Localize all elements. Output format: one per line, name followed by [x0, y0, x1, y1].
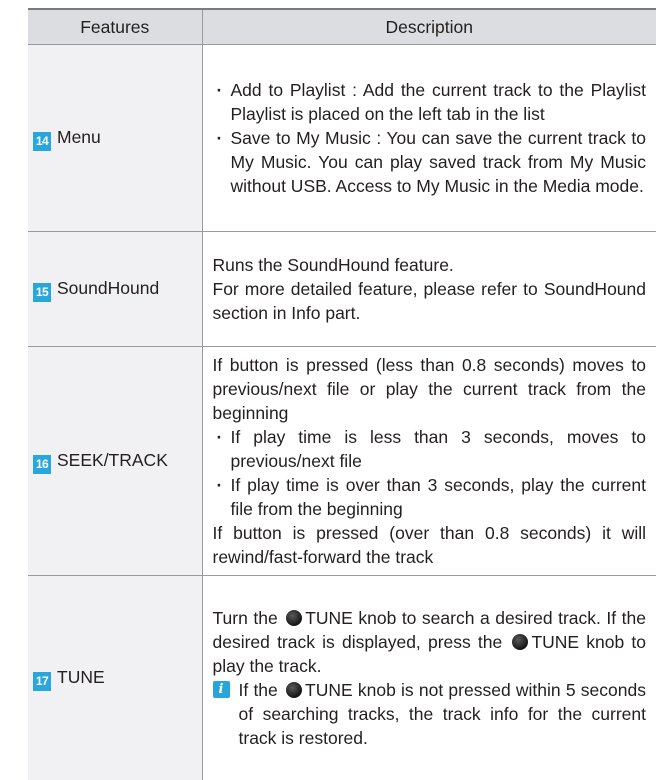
- description-cell: Add to Playlist : Add the current track …: [202, 45, 656, 232]
- description-cell: If button is pressed (less than 0.8 seco…: [202, 347, 656, 576]
- table-row: 14 Menu Add to Playlist : Add the current…: [28, 45, 656, 232]
- table-row: 15 SoundHound Runs the SoundHound feature…: [28, 232, 656, 347]
- feature-label: SoundHound: [57, 278, 159, 298]
- text-fragment: Turn the: [213, 608, 278, 628]
- description-paragraph: Turn the TUNE knob to search a desired t…: [213, 606, 647, 678]
- item-number-badge: 16: [33, 455, 51, 474]
- description-cell: Turn the TUNE knob to search a desired t…: [202, 576, 656, 780]
- bullet-item: If play time is over than 3 seconds, pla…: [213, 473, 647, 521]
- description-paragraph: If button is pressed (over than 0.8 seco…: [213, 521, 647, 569]
- tune-knob-icon: [286, 682, 302, 698]
- bullet-item: Add to Playlist : Add the current track …: [213, 78, 647, 126]
- features-column-header: Features: [28, 9, 202, 45]
- item-number-badge: 14: [33, 132, 51, 151]
- description-line: Runs the SoundHound feature.: [213, 253, 647, 277]
- feature-cell-menu: 14 Menu: [28, 45, 202, 232]
- features-table-container: Features Description 14 Menu Add to Playl…: [28, 8, 656, 780]
- feature-label: Menu: [57, 127, 101, 147]
- feature-label: SEEK/TRACK: [57, 450, 168, 470]
- text-fragment: If the: [239, 680, 278, 700]
- table-header-row: Features Description: [28, 9, 656, 45]
- feature-cell-seek-track: 16 SEEK/TRACK: [28, 347, 202, 576]
- info-note: i If the TUNE knob is not pressed within…: [213, 678, 647, 750]
- description-paragraph: If button is pressed (less than 0.8 seco…: [213, 353, 647, 425]
- tune-knob-icon: [512, 634, 528, 650]
- info-icon: i: [213, 681, 230, 698]
- feature-cell-soundhound: 15 SoundHound: [28, 232, 202, 347]
- table-row: 17 TUNE Turn the TUNE knob to search a de…: [28, 576, 656, 780]
- description-column-header: Description: [202, 9, 656, 45]
- item-number-badge: 15: [33, 283, 51, 302]
- features-table: Features Description 14 Menu Add to Playl…: [28, 8, 656, 780]
- table-row: 16 SEEK/TRACK If button is pressed (less …: [28, 347, 656, 576]
- feature-cell-tune: 17 TUNE: [28, 576, 202, 780]
- tune-knob-icon: [286, 610, 302, 626]
- description-line: For more detailed feature, please refer …: [213, 277, 647, 325]
- description-cell: Runs the SoundHound feature. For more de…: [202, 232, 656, 347]
- bullet-item: If play time is less than 3 seconds, mov…: [213, 425, 647, 473]
- feature-label: TUNE: [57, 667, 105, 687]
- bullet-item: Save to My Music : You can save the curr…: [213, 126, 647, 198]
- item-number-badge: 17: [33, 672, 51, 691]
